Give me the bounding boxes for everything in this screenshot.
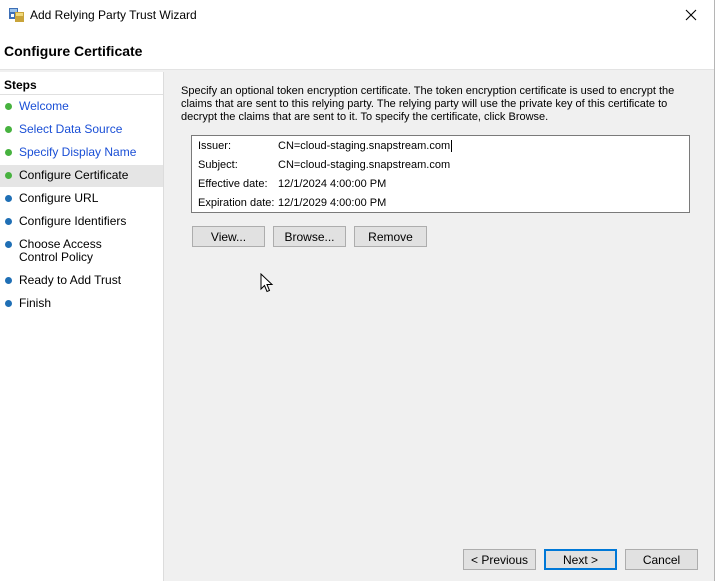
step-choose-access-control-policy: Choose Access Control Policy [0,238,140,264]
steps-sidebar: Steps Welcome Select Data Source Specify… [0,72,164,581]
step-current-icon [5,172,12,179]
expiration-date-value: 12/1/2029 4:00:00 PM [278,197,387,209]
step-configure-identifiers: Configure Identifiers [0,215,163,228]
text-caret [451,140,453,152]
step-pending-icon [5,277,12,284]
main-content: Specify an optional token encryption cer… [165,72,714,547]
page-title: Configure Certificate [4,43,143,59]
cancel-button[interactable]: Cancel [625,549,698,570]
effective-date-row: Effective date: 12/1/2024 4:00:00 PM [198,178,386,190]
page-header: Configure Certificate [0,30,714,70]
view-button[interactable]: View... [192,226,265,247]
title-bar: Add Relying Party Trust Wizard [0,0,714,30]
certificate-details[interactable]: Issuer: CN=cloud-staging.snapstream.com … [191,135,690,213]
step-welcome[interactable]: Welcome [0,100,163,113]
steps-title: Steps [4,78,37,92]
subject-value: CN=cloud-staging.snapstream.com [278,159,451,171]
adfs-app-icon [9,8,24,22]
mouse-pointer-icon [260,273,274,293]
step-label: Choose Access Control Policy [19,237,102,264]
issuer-row: Issuer: CN=cloud-staging.snapstream.com [198,140,453,152]
close-icon [685,9,697,21]
previous-button[interactable]: < Previous [463,549,536,570]
window-title: Add Relying Party Trust Wizard [30,8,197,22]
step-configure-url: Configure URL [0,192,163,205]
next-button[interactable]: Next > [544,549,617,570]
issuer-label: Issuer: [198,140,232,152]
effective-date-label: Effective date: [198,178,268,190]
step-specify-display-name[interactable]: Specify Display Name [0,146,163,159]
remove-button[interactable]: Remove [354,226,427,247]
subject-row: Subject: CN=cloud-staging.snapstream.com [198,159,450,171]
step-complete-icon [5,126,12,133]
description-text: Specify an optional token encryption cer… [181,85,675,123]
expiration-date-row: Expiration date: 12/1/2029 4:00:00 PM [198,197,386,209]
effective-date-value: 12/1/2024 4:00:00 PM [278,178,387,190]
step-label: Welcome [19,99,69,113]
step-label: Specify Display Name [19,145,137,159]
step-label: Configure Certificate [19,168,129,182]
step-ready-to-add-trust: Ready to Add Trust [0,274,163,287]
step-label: Configure Identifiers [19,214,127,228]
step-configure-certificate: Configure Certificate [0,165,163,187]
step-label: Ready to Add Trust [19,273,122,287]
step-label: Configure URL [19,191,99,205]
step-select-data-source[interactable]: Select Data Source [0,123,163,136]
subject-label: Subject: [198,159,238,171]
step-pending-icon [5,218,12,225]
step-complete-icon [5,103,12,110]
issuer-value: CN=cloud-staging.snapstream.com [278,140,451,152]
step-pending-icon [5,300,12,307]
step-label: Select Data Source [19,122,123,136]
close-button[interactable] [668,0,714,30]
step-complete-icon [5,149,12,156]
steps-divider [0,94,163,95]
wizard-window: Add Relying Party Trust Wizard Configure… [0,0,715,581]
step-pending-icon [5,195,12,202]
step-label: Finish [19,296,52,310]
step-finish: Finish [0,297,163,310]
browse-button[interactable]: Browse... [273,226,346,247]
step-pending-icon [5,241,12,248]
expiration-date-label: Expiration date: [198,197,275,209]
